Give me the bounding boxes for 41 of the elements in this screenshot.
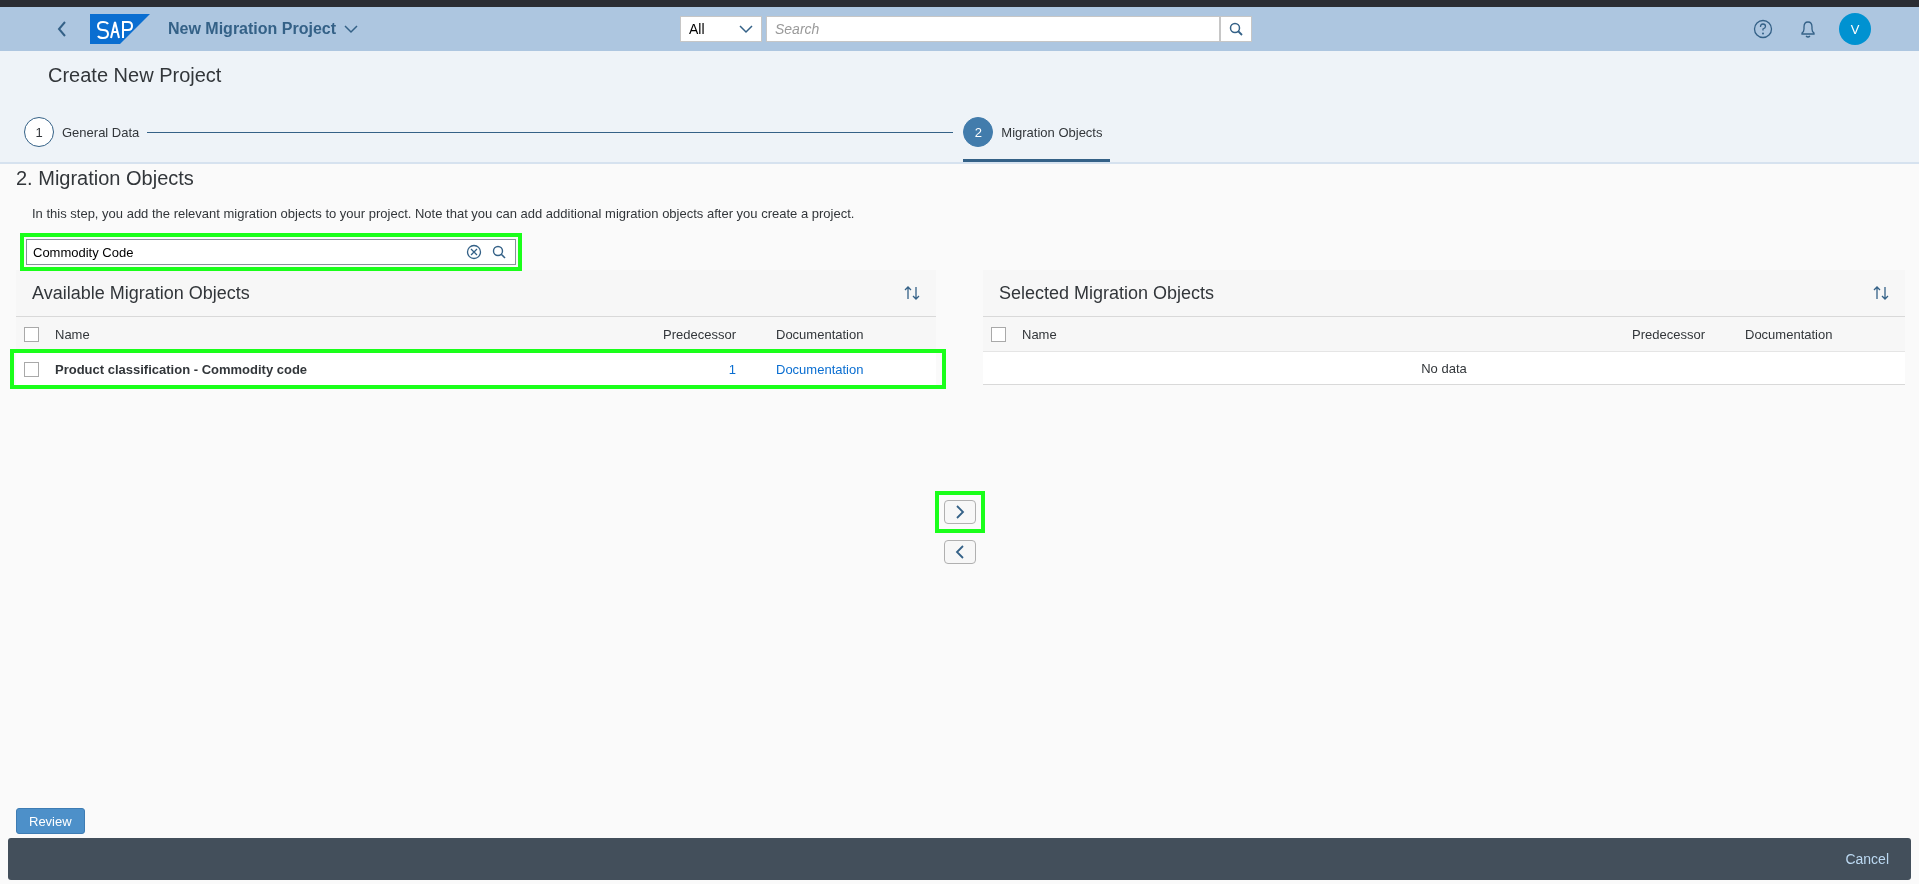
column-header: Predecessor [1631,326,1705,342]
column-header: Documentation [1745,326,1834,342]
search-button[interactable] [1220,16,1252,42]
no-data-text: No data [1421,360,1467,376]
user-avatar[interactable]: V [1839,13,1871,45]
chevron-down-icon [739,24,753,34]
panel-title: Selected Migration Objects [999,282,1215,304]
column-header: Name [55,326,91,342]
checkbox[interactable] [24,326,39,342]
logo-icon [90,14,150,44]
wizard-step[interactable]: 1 General Data [24,115,148,162]
search-icon [1229,22,1243,36]
remove-button[interactable] [943,540,976,564]
sort-icon [1873,285,1889,301]
search-field[interactable]: Search [766,16,1220,42]
clear-icon[interactable] [466,244,482,260]
documentation-link[interactable]: Documentation [776,361,864,377]
chevron-down-icon [344,24,359,34]
panel-title: Available Migration Objects [32,282,250,304]
filter-search-field[interactable]: Commodity Code [26,239,516,265]
back-icon [56,20,68,38]
add-button[interactable] [943,500,976,524]
column-header: Predecessor [662,326,736,342]
scope-dropdown[interactable]: All [680,16,762,42]
wizard-step[interactable]: 2 Migration Objects [963,115,1111,162]
page-title: Create New Project [47,63,223,88]
checkbox[interactable] [991,326,1006,342]
checkbox[interactable] [24,361,39,377]
bell-icon [1799,19,1817,39]
section-title: 2. Migration Objects [16,167,195,190]
column-header: Name [1022,326,1058,342]
search-icon[interactable] [492,245,506,259]
review-button[interactable]: Review [16,808,85,834]
help-icon [1753,19,1773,39]
app-title-menu[interactable]: New Migration Project [168,20,359,38]
sort-icon [904,285,920,301]
predecessor-link[interactable]: 1 [646,361,736,377]
table-cell-text: Product classification - Commodity code [55,361,309,377]
cancel-button[interactable]: Cancel [1839,850,1895,868]
column-header: Documentation [776,326,865,342]
section-description: In this step, you add the relevant migration objects to your project. Note that you can add additional migration objects after you create a project. [32,206,856,221]
